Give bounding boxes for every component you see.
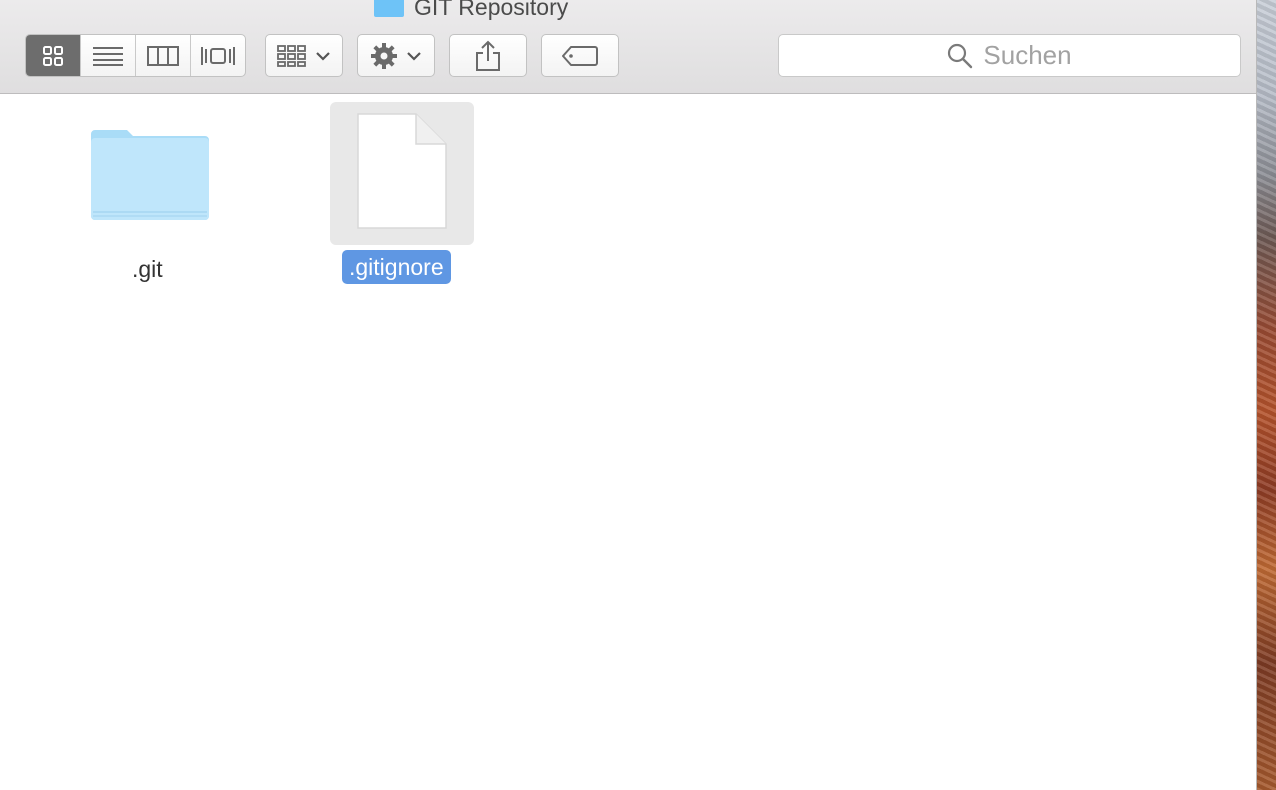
search-icon xyxy=(948,43,973,68)
list-icon xyxy=(93,46,123,66)
share-button[interactable] xyxy=(449,34,527,77)
window-title-label: GIT Repository xyxy=(414,0,569,20)
view-mode-control xyxy=(25,34,246,77)
desktop-wallpaper xyxy=(1256,0,1276,790)
arrange-grid-icon xyxy=(277,44,306,67)
chevron-down-icon xyxy=(316,51,330,61)
search-placeholder: Suchen xyxy=(983,40,1072,70)
selected-file-name-label[interactable]: .gitignore xyxy=(342,250,451,284)
file-item-git-folder[interactable]: .git xyxy=(60,110,240,290)
file-name-label: .gitignore xyxy=(349,253,444,280)
columns-icon xyxy=(147,45,179,66)
chevron-down-icon xyxy=(407,51,421,61)
arrange-button[interactable] xyxy=(265,34,343,77)
file-name-label: .git xyxy=(132,256,163,282)
folder-icon xyxy=(374,0,404,17)
tag-button[interactable] xyxy=(541,34,619,77)
window-title: GIT Repository xyxy=(374,0,568,20)
cover-flow-icon xyxy=(201,46,235,65)
search-field[interactable]: Suchen xyxy=(778,34,1241,77)
grid-icon xyxy=(43,45,63,66)
list-view-button[interactable] xyxy=(81,35,136,76)
column-view-button[interactable] xyxy=(136,35,191,76)
icon-view-button[interactable] xyxy=(26,35,81,76)
share-icon xyxy=(476,40,500,71)
gallery-view-button[interactable] xyxy=(191,35,245,76)
toolbar: GIT Repository Suchen xyxy=(0,0,1256,94)
tag-icon xyxy=(562,45,598,66)
action-button[interactable] xyxy=(357,34,435,77)
gear-icon xyxy=(371,42,397,69)
folder-icon xyxy=(91,130,209,220)
document-icon xyxy=(357,113,447,229)
finder-window: GIT Repository Suchen .git .gitignore xyxy=(0,0,1257,790)
